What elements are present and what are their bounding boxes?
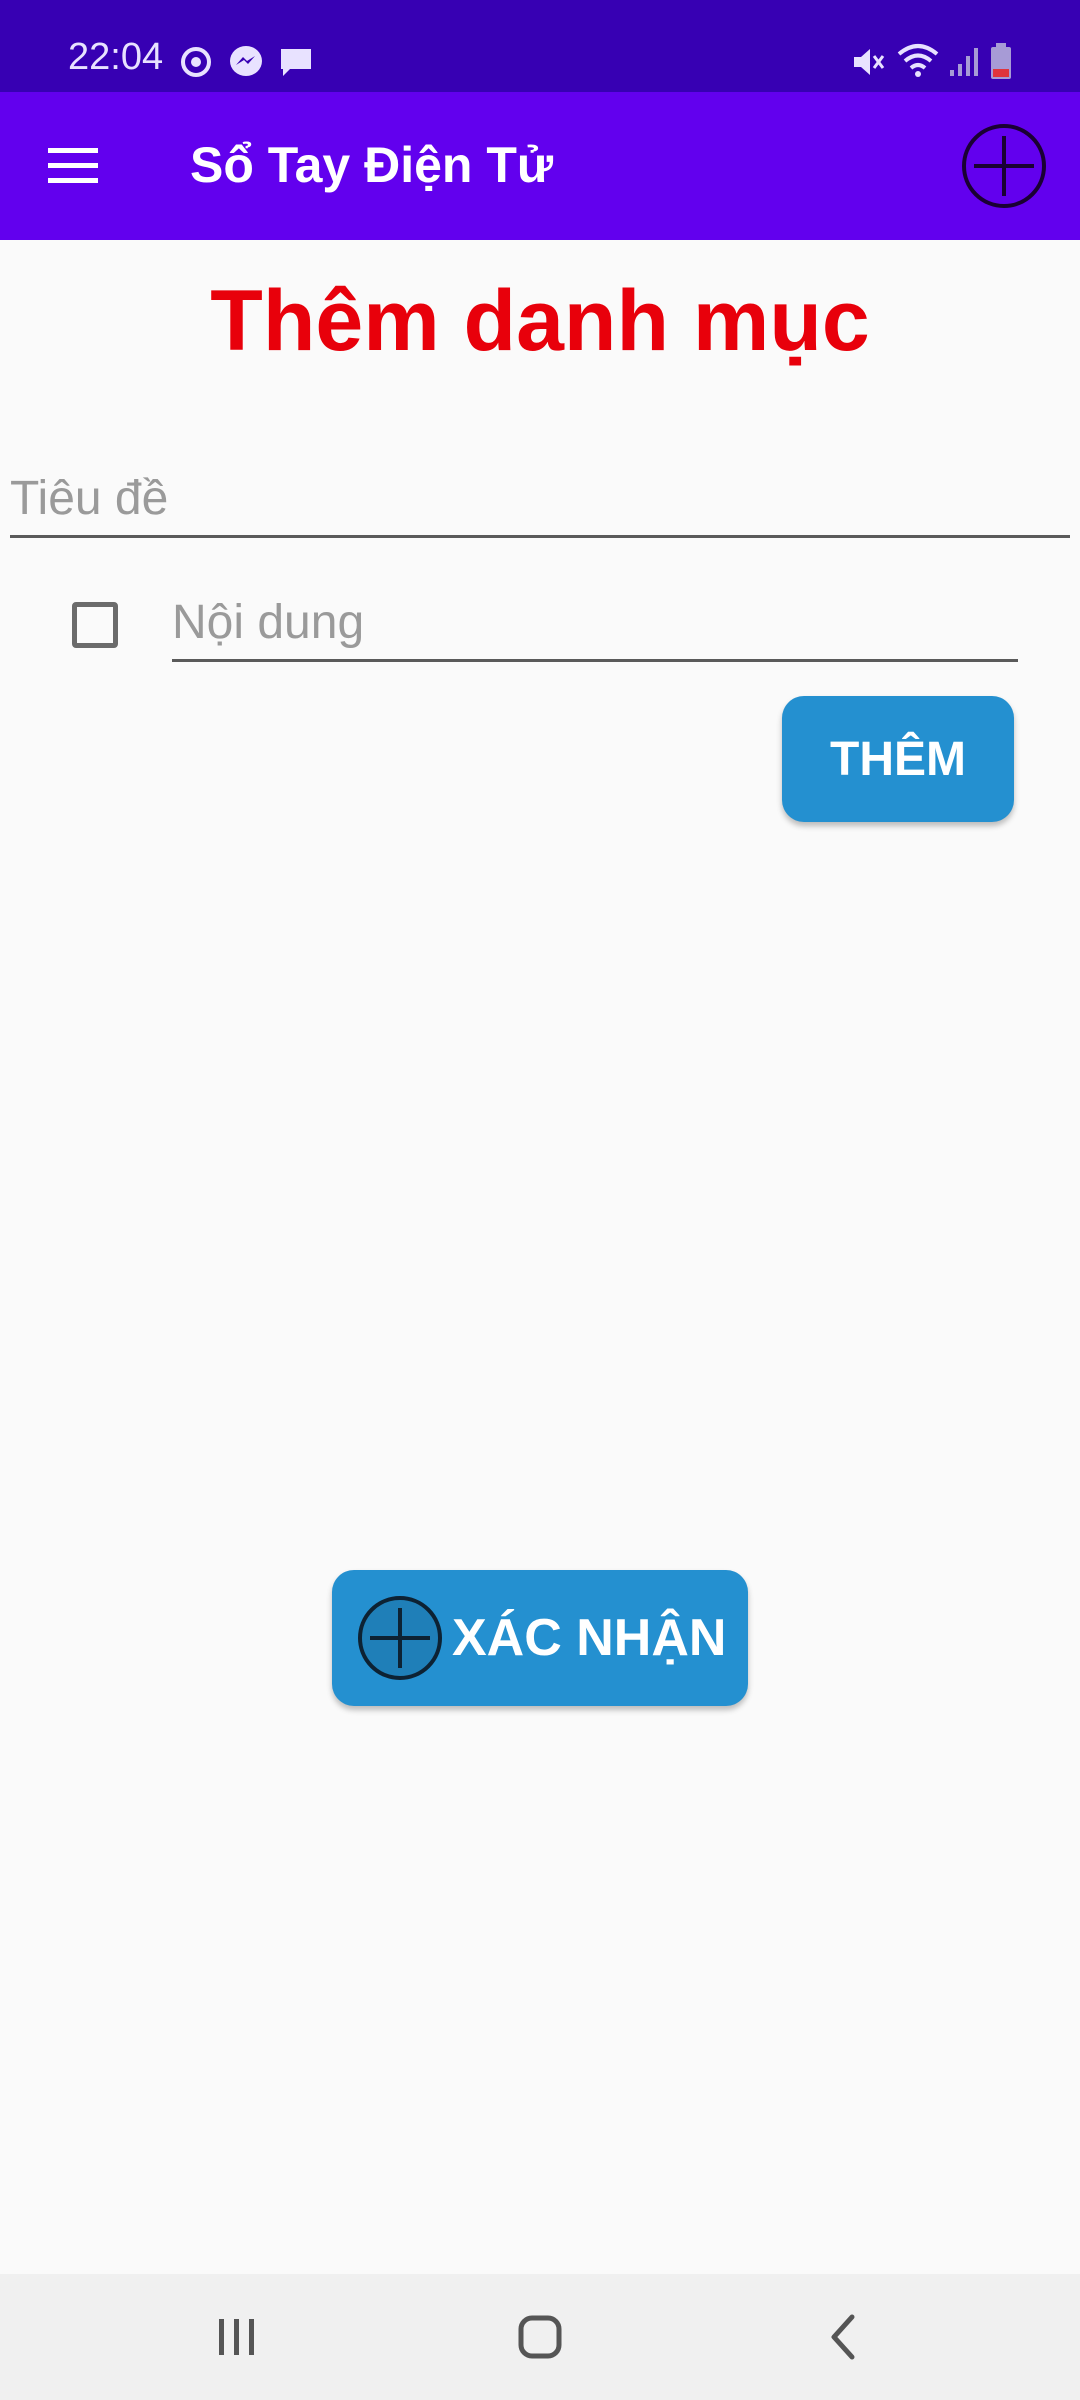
battery-icon [991, 43, 1011, 79]
app-title: Sổ Tay Điện Tử [190, 137, 554, 193]
confirm-button[interactable]: XÁC NHẬN [332, 1570, 748, 1706]
add-circle-icon [358, 1596, 442, 1680]
sync-icon [181, 47, 211, 77]
content-input[interactable] [172, 586, 1018, 662]
home-icon[interactable] [505, 2302, 575, 2372]
back-icon[interactable] [808, 2302, 878, 2372]
mute-icon [854, 49, 885, 75]
add-circle-icon[interactable] [960, 122, 1048, 210]
app-bar: Sổ Tay Điện Tử [0, 92, 1080, 240]
status-time: 22:04 [68, 36, 164, 78]
title-input[interactable] [10, 462, 1070, 538]
item-checkbox[interactable] [72, 602, 118, 648]
recent-apps-icon[interactable] [202, 2302, 272, 2372]
add-item-button[interactable]: THÊM [782, 696, 1014, 822]
chat-bubble-icon [281, 49, 311, 76]
confirm-button-label: XÁC NHẬN [452, 1609, 727, 1667]
page-heading: Thêm danh mục [210, 273, 870, 369]
signal-icon [950, 48, 978, 76]
wifi-icon [897, 44, 939, 77]
status-bar: 22:04 [0, 0, 1080, 92]
system-nav-bar [0, 2274, 1080, 2400]
hamburger-menu-icon[interactable] [48, 146, 98, 186]
messenger-icon [230, 46, 262, 76]
